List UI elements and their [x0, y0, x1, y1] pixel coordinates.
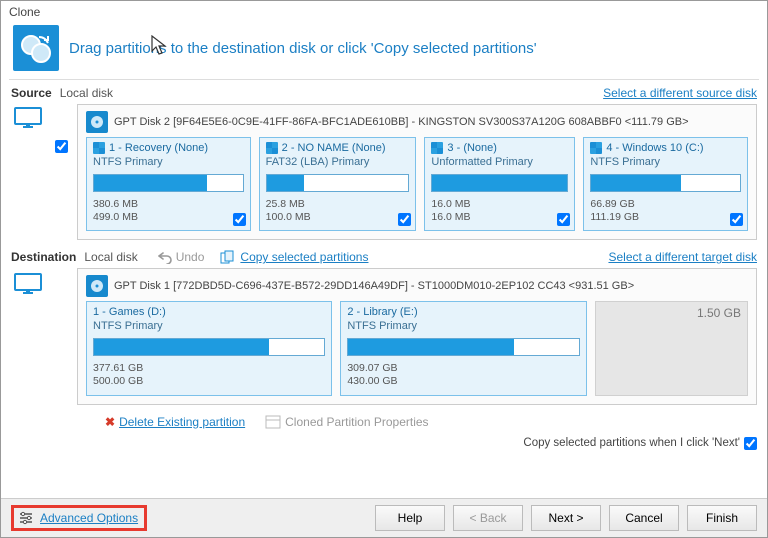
destination-section: Destination Local disk Undo Copy selecte…	[1, 244, 767, 408]
partition-used: 66.89 GB	[590, 198, 634, 210]
partition-card[interactable]: 3 - (None) Unformatted Primary 16.0 MB16…	[424, 137, 575, 231]
properties-icon	[265, 415, 281, 429]
monitor-icon	[11, 104, 45, 132]
cloned-props-label: Cloned Partition Properties	[285, 415, 428, 429]
destination-disk-panel: GPT Disk 1 [772DBD5D-C696-437E-B572-29DD…	[77, 268, 757, 404]
help-button[interactable]: Help	[375, 505, 445, 531]
source-label: Source	[11, 86, 52, 100]
finish-button[interactable]: Finish	[687, 505, 757, 531]
back-button[interactable]: < Back	[453, 505, 523, 531]
partition-fs: Unformatted Primary	[431, 156, 568, 168]
windows-icon	[93, 142, 105, 154]
partition-title: 1 - Games (D:)	[93, 306, 166, 318]
clone-wizard-window: Clone Drag partitions to the destination…	[0, 0, 768, 538]
destination-partitions: 1 - Games (D:) NTFS Primary 377.61 GB500…	[86, 301, 748, 395]
partition-used: 309.07 GB	[347, 362, 397, 374]
window-title: Clone	[1, 1, 767, 23]
header-instruction: Drag partitions to the destination disk …	[69, 40, 537, 57]
windows-icon	[431, 142, 443, 154]
undo-label: Undo	[176, 250, 205, 264]
partition-title: 2 - Library (E:)	[347, 306, 417, 318]
usage-bar	[93, 174, 244, 192]
advanced-options-highlight: Advanced Options	[11, 505, 147, 531]
copy-partitions-button[interactable]: Copy selected partitions	[220, 250, 368, 264]
next-button[interactable]: Next >	[531, 505, 601, 531]
partition-total: 100.0 MB	[266, 211, 311, 223]
free-space-card[interactable]: 1.50 GB	[595, 301, 748, 395]
free-space-label: 1.50 GB	[697, 306, 741, 320]
advanced-options-link[interactable]: Advanced Options	[40, 511, 138, 525]
copy-on-next-row: Copy selected partitions when I click 'N…	[523, 433, 767, 450]
partition-total: 499.0 MB	[93, 211, 138, 223]
hdd-icon	[86, 275, 108, 297]
partition-used: 16.0 MB	[431, 198, 470, 210]
source-sublabel: Local disk	[60, 86, 113, 100]
partition-used: 25.8 MB	[266, 198, 305, 210]
source-disk-header: GPT Disk 2 [9F64E5E6-0C9E-41FF-86FA-BFC1…	[114, 116, 689, 128]
source-section: Source Local disk Select a different sou…	[1, 80, 767, 244]
select-source-link[interactable]: Select a different source disk	[603, 86, 757, 100]
windows-icon	[266, 142, 278, 154]
clone-hdd-icon	[13, 25, 59, 71]
partition-used: 380.6 MB	[93, 198, 138, 210]
partition-checkbox[interactable]	[557, 213, 570, 226]
select-target-link[interactable]: Select a different target disk	[608, 250, 757, 264]
partition-total: 111.19 GB	[590, 211, 639, 223]
delete-partition-label: Delete Existing partition	[119, 415, 245, 429]
usage-bar	[347, 338, 579, 356]
copy-on-next-label: Copy selected partitions when I click 'N…	[523, 437, 740, 449]
select-all-source-checkbox[interactable]	[55, 140, 68, 153]
usage-bar	[266, 174, 410, 192]
partition-fs: NTFS Primary	[347, 320, 579, 332]
copy-partitions-label: Copy selected partitions	[240, 250, 368, 264]
destination-sublabel: Local disk	[84, 250, 137, 264]
delete-partition-button[interactable]: ✖ Delete Existing partition	[105, 415, 245, 429]
partition-fs: NTFS Primary	[590, 156, 741, 168]
partition-checkbox[interactable]	[730, 213, 743, 226]
partition-total: 430.00 GB	[347, 375, 397, 387]
partition-card[interactable]: 1 - Games (D:) NTFS Primary 377.61 GB500…	[86, 301, 332, 395]
partition-title: 4 - Windows 10 (C:)	[606, 142, 703, 154]
windows-icon	[590, 142, 602, 154]
partition-card[interactable]: 1 - Recovery (None) NTFS Primary 380.6 M…	[86, 137, 251, 231]
sliders-icon	[18, 510, 34, 526]
monitor-icon	[11, 268, 45, 296]
partition-total: 500.00 GB	[93, 375, 143, 387]
partition-fs: NTFS Primary	[93, 320, 325, 332]
partition-card[interactable]: 4 - Windows 10 (C:) NTFS Primary 66.89 G…	[583, 137, 748, 231]
cancel-button[interactable]: Cancel	[609, 505, 679, 531]
cloned-props-button: Cloned Partition Properties	[265, 415, 428, 429]
partition-title: 2 - NO NAME (None)	[282, 142, 386, 154]
partition-used: 377.61 GB	[93, 362, 143, 374]
partition-checkbox[interactable]	[233, 213, 246, 226]
source-disk-panel: GPT Disk 2 [9F64E5E6-0C9E-41FF-86FA-BFC1…	[77, 104, 757, 240]
header: Drag partitions to the destination disk …	[1, 23, 767, 79]
usage-bar	[431, 174, 568, 192]
destination-label: Destination	[11, 250, 76, 264]
partition-card[interactable]: 2 - NO NAME (None) FAT32 (LBA) Primary 2…	[259, 137, 417, 231]
undo-button[interactable]: Undo	[158, 250, 205, 264]
undo-icon	[158, 250, 172, 264]
partition-checkbox[interactable]	[398, 213, 411, 226]
partition-fs: FAT32 (LBA) Primary	[266, 156, 410, 168]
partition-title: 3 - (None)	[447, 142, 497, 154]
copy-on-next-checkbox[interactable]	[744, 437, 757, 450]
usage-bar	[93, 338, 325, 356]
footer-bar: Advanced Options Help < Back Next > Canc…	[1, 498, 767, 537]
destination-disk-header: GPT Disk 1 [772DBD5D-C696-437E-B572-29DD…	[114, 280, 634, 292]
usage-bar	[590, 174, 741, 192]
copy-icon	[220, 250, 236, 264]
source-partitions: 1 - Recovery (None) NTFS Primary 380.6 M…	[86, 137, 748, 231]
partition-total: 16.0 MB	[431, 211, 470, 223]
partition-fs: NTFS Primary	[93, 156, 244, 168]
partition-title: 1 - Recovery (None)	[109, 142, 208, 154]
partition-card[interactable]: 2 - Library (E:) NTFS Primary 309.07 GB4…	[340, 301, 586, 395]
partition-actions-row: ✖ Delete Existing partition Cloned Parti…	[1, 409, 767, 433]
delete-x-icon: ✖	[105, 415, 115, 429]
hdd-icon	[86, 111, 108, 133]
